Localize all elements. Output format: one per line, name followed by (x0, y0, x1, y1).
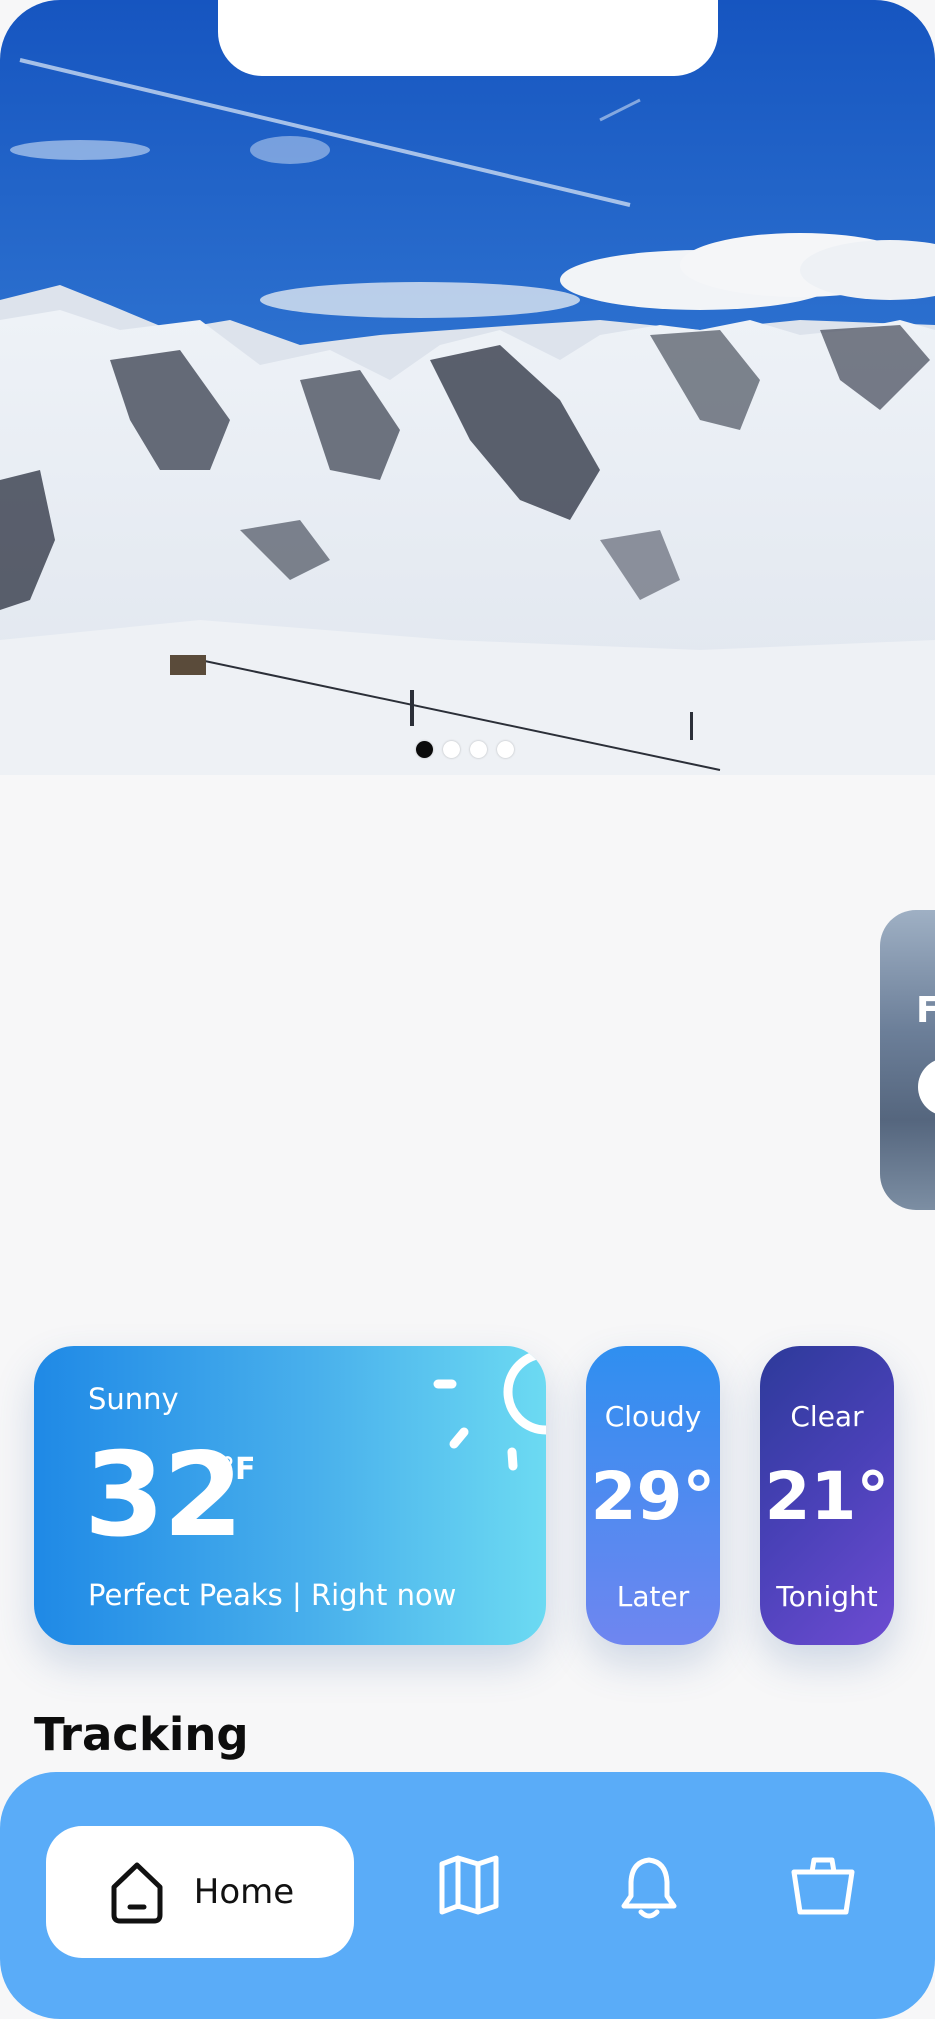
weather-card-now[interactable]: Sunny 32 °F Perfect Peaks | Right now (34, 1346, 546, 1645)
nav-item-home-label: Home (193, 1872, 295, 1912)
map-icon[interactable] (438, 1854, 500, 1916)
section-title-tracking: Tracking (34, 1708, 249, 1761)
device-notch (218, 0, 718, 76)
nav-item-home[interactable]: Home (46, 1826, 354, 1958)
weather-condition: Clear (790, 1400, 864, 1433)
weather-condition: Sunny (88, 1382, 179, 1416)
weather-temperature: 32 (84, 1428, 243, 1563)
weather-subtitle: Perfect Peaks | Right now (88, 1578, 457, 1612)
app-screen: F Sunny 32 °F Perfect Peaks | Right now … (0, 0, 935, 2019)
bottom-nav: Home (0, 1772, 935, 2019)
weather-card-tonight[interactable]: Clear 21° Tonight (760, 1346, 894, 1645)
home-icon (111, 1862, 163, 1924)
weather-temperature: 29° (590, 1458, 716, 1535)
forecast-time: Tonight (776, 1580, 878, 1613)
resort-card-action-button[interactable] (918, 1058, 935, 1116)
sun-icon (433, 1349, 546, 1471)
temperature-unit: °F (220, 1452, 256, 1487)
forecast-time: Later (616, 1580, 690, 1613)
weather-condition: Cloudy (604, 1400, 702, 1433)
carousel-pagination[interactable] (416, 741, 514, 758)
hero-carousel[interactable] (0, 0, 935, 775)
briefcase-icon[interactable] (790, 1854, 856, 1916)
carousel-dot-3[interactable] (470, 741, 487, 758)
carousel-dot-1[interactable] (416, 741, 433, 758)
mountain-photo (0, 0, 935, 775)
bell-icon[interactable] (618, 1854, 680, 1924)
resort-card-peek[interactable]: F (880, 910, 935, 1210)
carousel-dot-4[interactable] (497, 741, 514, 758)
resort-card-title: F (916, 990, 935, 1031)
weather-temperature: 21° (764, 1458, 890, 1535)
weather-card-later[interactable]: Cloudy 29° Later (586, 1346, 720, 1645)
carousel-dot-2[interactable] (443, 741, 460, 758)
